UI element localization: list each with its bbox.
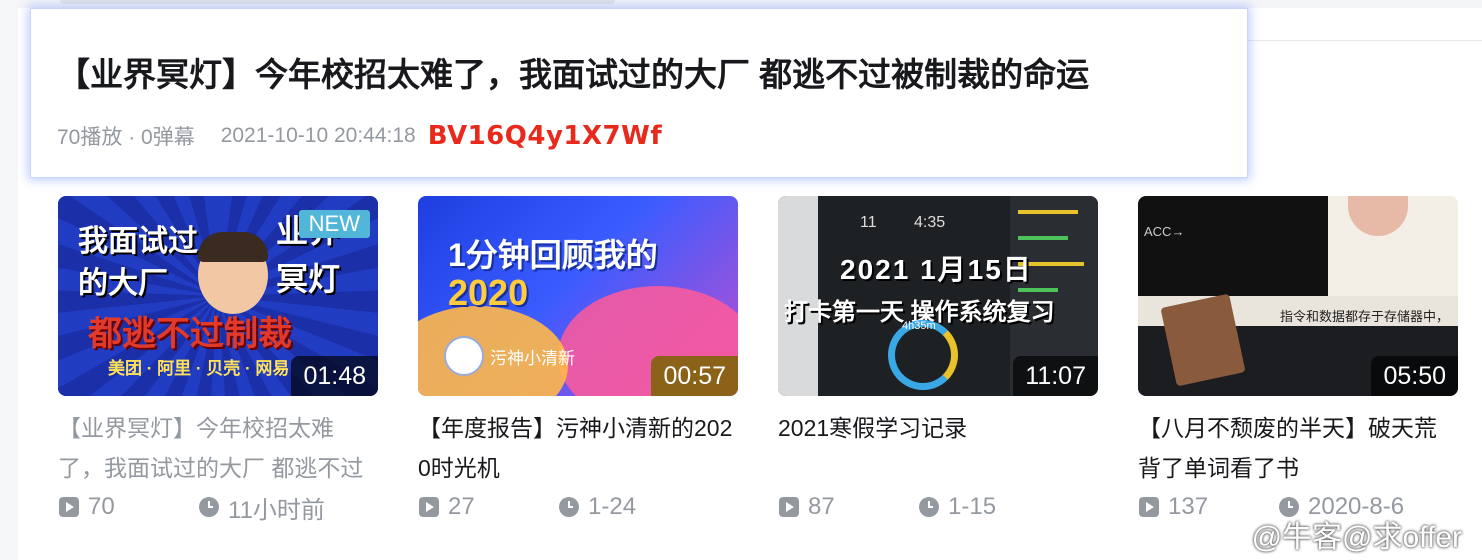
video-title[interactable]: 【年度报告】污神小清新的2020时光机 xyxy=(418,408,738,488)
publish-time: 11小时前 xyxy=(198,490,325,525)
top-strip xyxy=(0,0,1482,8)
duration-badge: 00:57 xyxy=(651,356,738,396)
video-card[interactable]: ACC→ 指令和数据都存于存储器中， 05:50 【八月不颓废的半天】破天荒背了… xyxy=(1138,196,1458,522)
thumb-text: 4h35m xyxy=(902,320,936,332)
video-stats: 70 11小时前 xyxy=(58,490,378,525)
thumb-text: 的大厂 xyxy=(78,267,168,300)
video-thumbnail[interactable]: 我面试过 的大厂 业界 冥灯 都逃不过制裁 美团 · 阿里 · 贝壳 · 网易 … xyxy=(58,196,378,396)
play-count: 27 xyxy=(418,493,558,521)
video-thumbnail[interactable]: 11 4:35 2021 1月15日 打卡第一天 操作系统复习 4h35m 11… xyxy=(778,196,1098,396)
video-stats: 27 1-24 xyxy=(418,492,738,522)
thumb-text: 2020 xyxy=(448,272,529,313)
play-icon xyxy=(1139,497,1159,517)
thumb-text: 11 xyxy=(860,214,877,231)
avatar-hair-icon xyxy=(198,232,268,262)
thumb-text: 2021 1月15日 xyxy=(840,254,1033,285)
play-count-value: 87 xyxy=(808,493,835,520)
thumb-text: 冥灯 xyxy=(276,261,341,297)
publish-time: 1-15 xyxy=(918,493,996,521)
thumb-text: 美团 · 阿里 · 贝壳 · 网易 xyxy=(108,359,290,378)
play-count-value: 27 xyxy=(448,493,475,520)
duration-badge: 01:48 xyxy=(291,356,378,396)
clock-icon xyxy=(199,497,219,517)
book-icon xyxy=(1160,293,1246,387)
tooltip-date: 2021-10-10 20:44:18 xyxy=(220,124,416,147)
left-rail xyxy=(0,0,18,560)
video-title[interactable]: 2021寒假学习记录 xyxy=(778,408,1098,488)
thumb-text: 指令和数据都存于存储器中， xyxy=(1280,309,1450,324)
video-stats: 87 1-15 xyxy=(778,492,1098,522)
top-bar xyxy=(60,0,615,4)
clock-icon xyxy=(919,497,939,517)
play-count-value: 70 xyxy=(88,493,115,520)
thumb-text: 我面试过 xyxy=(78,225,198,258)
thumb-text: ACC→ xyxy=(1144,224,1185,239)
duration-badge: 05:50 xyxy=(1371,356,1458,396)
tooltip-meta: 70播放 · 0弹幕 2021-10-10 20:44:18 BV16Q4y1X… xyxy=(57,121,662,151)
play-count-value: 137 xyxy=(1168,493,1209,520)
thumb-bar xyxy=(1018,236,1068,240)
publish-time: 1-24 xyxy=(558,493,636,521)
publish-time-value: 1-15 xyxy=(948,493,997,520)
duration-badge: 11:07 xyxy=(1013,356,1098,396)
video-title[interactable]: 【八月不颓废的半天】破天荒背了单词看了书 xyxy=(1138,408,1458,488)
thumb-text: 1分钟回顾我的 xyxy=(448,237,658,273)
avatar xyxy=(444,336,484,376)
tooltip-stats: 70播放 · 0弹幕 xyxy=(57,126,195,149)
play-icon xyxy=(59,497,79,517)
video-thumbnail[interactable]: ACC→ 指令和数据都存于存储器中， 05:50 xyxy=(1138,196,1458,396)
play-icon xyxy=(779,497,799,517)
tooltip-title: 【业界冥灯】今年校招太难了，我面试过的大厂 都逃不过被制裁的命运 xyxy=(57,56,1090,93)
thumb-panel xyxy=(1138,196,1328,296)
clock-icon xyxy=(559,497,579,517)
video-title[interactable]: 【业界冥灯】今年校招太难了，我面试过的大厂 都逃不过被制裁的命运 xyxy=(58,408,378,488)
thumb-text: 4:35 xyxy=(914,214,946,231)
play-count: 87 xyxy=(778,493,918,521)
divider xyxy=(1248,40,1482,41)
video-card[interactable]: 1分钟回顾我的 2020 污神小清新 00:57 【年度报告】污神小清新的202… xyxy=(418,196,738,522)
video-hover-tooltip: 【业界冥灯】今年校招太难了，我面试过的大厂 都逃不过被制裁的命运 70播放 · … xyxy=(30,8,1248,178)
publish-time-value: 11小时前 xyxy=(228,496,325,524)
play-count: 70 xyxy=(58,493,198,521)
tooltip-bvid: BV16Q4y1X7Wf xyxy=(427,121,663,151)
video-card[interactable]: 11 4:35 2021 1月15日 打卡第一天 操作系统复习 4h35m 11… xyxy=(778,196,1098,522)
thumb-text: 都逃不过制裁 xyxy=(88,315,292,353)
publish-time-value: 1-24 xyxy=(588,493,637,520)
video-card[interactable]: 我面试过 的大厂 业界 冥灯 都逃不过制裁 美团 · 阿里 · 贝壳 · 网易 … xyxy=(58,196,378,525)
play-icon xyxy=(419,497,439,517)
new-badge: NEW xyxy=(298,210,370,238)
thumb-text: 污神小清新 xyxy=(490,349,575,368)
video-thumbnail[interactable]: 1分钟回顾我的 2020 污神小清新 00:57 xyxy=(418,196,738,396)
thumb-bar xyxy=(1018,210,1078,214)
watermark: @牛客@求offer xyxy=(1251,521,1462,554)
